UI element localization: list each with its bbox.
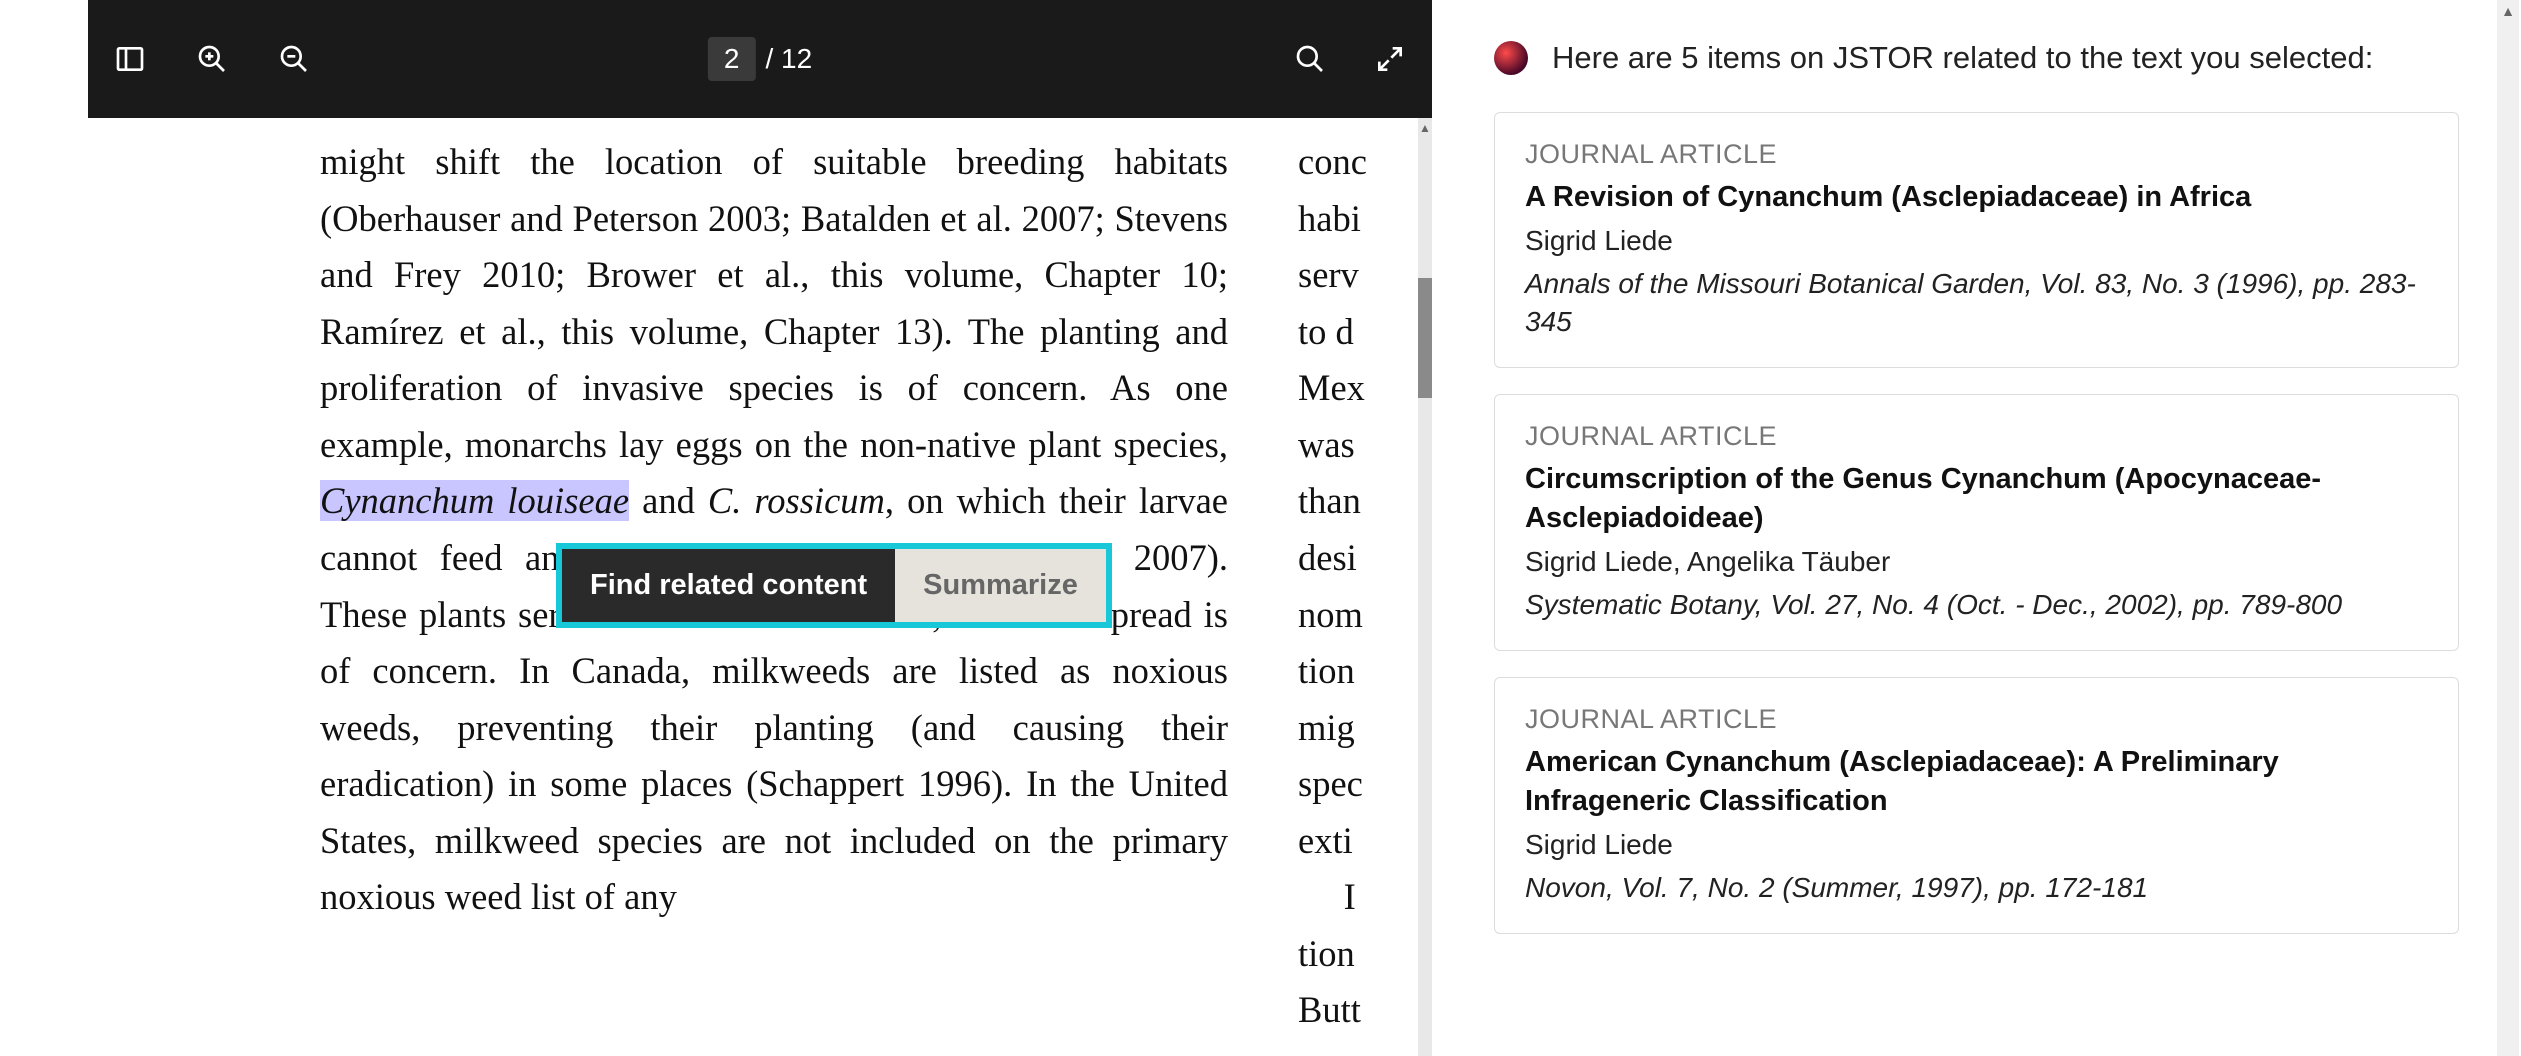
zoom-in-icon[interactable] — [192, 39, 232, 79]
viewer-toolbar: 2 / 12 — [88, 0, 1432, 118]
zoom-out-icon[interactable] — [274, 39, 314, 79]
page-scrollbar-track[interactable]: ▲ — [1418, 118, 1432, 1056]
related-sidebar: Here are 5 items on JSTOR related to the… — [1432, 0, 2521, 1056]
result-card[interactable]: JOURNAL ARTICLE Circumscription of the Ge… — [1494, 394, 2459, 651]
page-area[interactable]: might shift the location of suitable bre… — [88, 118, 1432, 1056]
results-list: JOURNAL ARTICLE A Revision of Cynanchum (… — [1494, 112, 2459, 934]
paper-text-pre: might shift the location of suitable bre… — [320, 141, 1228, 465]
result-meta: Annals of the Missouri Botanical Garden,… — [1525, 265, 2428, 341]
result-author: Sigrid Liede — [1525, 225, 2428, 257]
sidebar-scrollbar-track[interactable]: ▲ — [2497, 0, 2519, 1056]
result-author: Sigrid Liede — [1525, 829, 2428, 861]
page-indicator: 2 / 12 — [708, 37, 812, 81]
pdf-viewer: 2 / 12 might shift the location of suita… — [0, 0, 1432, 1056]
find-related-button[interactable]: Find related content — [562, 549, 895, 622]
result-title: American Cynanchum (Asclepiadaceae): A P… — [1525, 743, 2428, 821]
paper-column-1[interactable]: might shift the location of suitable bre… — [320, 134, 1228, 926]
result-meta: Systematic Botany, Vol. 27, No. 4 (Oct. … — [1525, 586, 2428, 624]
sidebar-header: Here are 5 items on JSTOR related to the… — [1494, 40, 2459, 76]
search-icon[interactable] — [1290, 39, 1330, 79]
result-type-label: JOURNAL ARTICLE — [1525, 139, 2428, 170]
result-meta: Novon, Vol. 7, No. 2 (Summer, 1997), pp.… — [1525, 869, 2428, 907]
result-author: Sigrid Liede, Angelika Täuber — [1525, 546, 2428, 578]
highlighted-selection[interactable]: Cynanchum louiseae — [320, 480, 629, 521]
sidebar-toggle-icon[interactable] — [110, 39, 150, 79]
result-card[interactable]: JOURNAL ARTICLE American Cynanchum (Ascle… — [1494, 677, 2459, 934]
viewer-left-gutter — [0, 0, 88, 1056]
assistant-orb-icon — [1494, 41, 1528, 75]
scroll-up-arrow-icon[interactable]: ▲ — [1418, 118, 1432, 138]
viewer-inner: 2 / 12 might shift the location of suita… — [88, 0, 1432, 1056]
paper-column-2: conc habi serv to d Mex was than desi no… — [1298, 134, 1428, 1039]
result-card[interactable]: JOURNAL ARTICLE A Revision of Cynanchum (… — [1494, 112, 2459, 368]
page-scrollbar-thumb[interactable] — [1418, 278, 1432, 398]
summarize-button[interactable]: Summarize — [895, 549, 1106, 622]
page-current-input[interactable]: 2 — [708, 37, 756, 81]
sidebar-header-text: Here are 5 items on JSTOR related to the… — [1552, 40, 2373, 76]
app-root: 2 / 12 might shift the location of suita… — [0, 0, 2521, 1056]
sidebar-scroll-up-arrow-icon[interactable]: ▲ — [2497, 0, 2519, 22]
page-total-label: / 12 — [765, 43, 812, 75]
selection-popup: Find related content Summarize — [556, 543, 1112, 628]
result-type-label: JOURNAL ARTICLE — [1525, 704, 2428, 735]
fullscreen-icon[interactable] — [1370, 39, 1410, 79]
toolbar-right-group — [1290, 39, 1410, 79]
result-type-label: JOURNAL ARTICLE — [1525, 421, 2428, 452]
toolbar-left-group — [110, 39, 314, 79]
result-title: Circumscription of the Genus Cynanchum (… — [1525, 460, 2428, 538]
result-title: A Revision of Cynanchum (Asclepiadaceae)… — [1525, 178, 2428, 217]
